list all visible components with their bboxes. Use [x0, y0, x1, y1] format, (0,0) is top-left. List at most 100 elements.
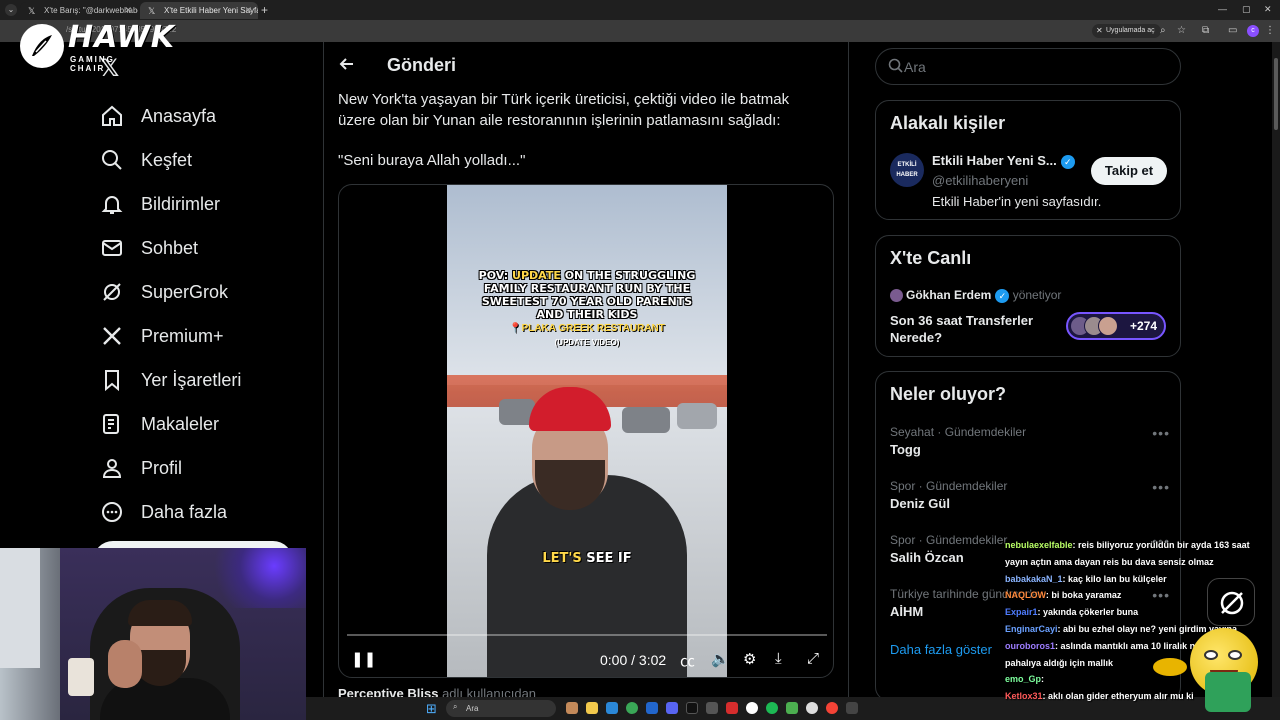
close-icon[interactable]: ✕: [244, 5, 252, 16]
sidebar-item[interactable]: Bildirimler: [100, 184, 300, 224]
window-close-icon[interactable]: ✕: [1264, 4, 1272, 15]
discord-icon[interactable]: [666, 702, 678, 714]
sidebar-item-label: Bildirimler: [141, 193, 221, 214]
chat-username[interactable]: ouroboros1: [1005, 641, 1055, 651]
browser-tab-1[interactable]: 𝕏 X'te Barış: "@darkwebhaber Bu ✕: [20, 2, 138, 19]
chat-username[interactable]: emo_Gp: [1005, 674, 1041, 684]
related-people-card: Alakalı kişiler ETKİLİ HABER Etkili Habe…: [875, 100, 1181, 220]
search-bar[interactable]: [875, 48, 1181, 85]
taskbar-app-icon[interactable]: [566, 702, 578, 714]
browser-tab-2[interactable]: 𝕏 X'te Etkili Haber Yeni Sayfa: "Ne ✕: [140, 2, 258, 19]
new-tab-icon[interactable]: +: [261, 3, 268, 17]
minimize-icon[interactable]: —: [1218, 4, 1227, 14]
x-favicon-icon: ✕: [1096, 26, 1103, 35]
maximize-icon[interactable]: ▢: [1242, 4, 1251, 15]
taskbar-app-icon[interactable]: [826, 702, 838, 714]
obs-icon[interactable]: [806, 702, 818, 714]
zoom-icon[interactable]: ⌕: [1160, 25, 1166, 36]
trend-item[interactable]: Spor · Gündemdekiler Deniz Gül •••: [890, 479, 1170, 511]
taskbar-app-icon[interactable]: [706, 702, 718, 714]
fullscreen-icon[interactable]: ⤢: [807, 650, 819, 667]
sidebar-item[interactable]: Yer İşaretleri: [100, 360, 300, 400]
sidebar-item[interactable]: Keşfet: [100, 140, 300, 180]
post-text: New York'ta yaşayan bir Türk içerik üret…: [338, 91, 790, 129]
post-quote: "Seni buraya Allah yolladı...": [338, 152, 526, 169]
sidebar-item[interactable]: Profil: [100, 448, 300, 488]
captions-icon[interactable]: ㏄: [680, 650, 695, 671]
taskbar-app-icon[interactable]: [646, 702, 658, 714]
edge-icon[interactable]: [606, 702, 618, 714]
search-icon: [100, 148, 124, 172]
page-scrollbar[interactable]: [1272, 42, 1280, 697]
video-player[interactable]: POV: UPDATE ON THE STRUGGLING FAMILY RES…: [338, 184, 834, 678]
search-icon: [888, 58, 904, 79]
chat-message: Expair1: yakında çökerler buna: [1005, 604, 1270, 621]
space-title[interactable]: Son 36 saat Transferler Nerede?: [890, 312, 1050, 346]
pause-icon[interactable]: ❚❚: [351, 650, 376, 668]
taskbar-app-icon[interactable]: [746, 702, 758, 714]
taskbar-app-icon[interactable]: [686, 702, 698, 714]
search-input[interactable]: [904, 57, 1164, 77]
related-people-title: Alakalı kişiler: [890, 113, 1006, 133]
taskbar-app-icon[interactable]: [846, 702, 858, 714]
windows-start-icon[interactable]: ⊞: [426, 701, 437, 717]
profile-avatar[interactable]: c: [1247, 25, 1259, 37]
sidebar-item-label: Daha fazla: [141, 501, 228, 522]
chrome-icon[interactable]: [626, 702, 638, 714]
webcam-window: [0, 548, 40, 668]
menu-dots-icon[interactable]: ⋮: [1265, 25, 1275, 36]
avatar[interactable]: ETKİLİ HABER: [890, 153, 924, 187]
chat-username[interactable]: nebulaexelfable: [1005, 540, 1073, 550]
trend-item[interactable]: Seyahat · Gündemdekiler Togg •••: [890, 425, 1170, 457]
related-person-name-text[interactable]: Etkili Haber Yeni S...: [932, 153, 1057, 168]
tab-search-icon[interactable]: ⌄: [5, 4, 17, 16]
trend-meta: Spor · Gündemdekiler: [890, 479, 1008, 493]
file-explorer-icon[interactable]: [586, 702, 598, 714]
video-progress-bar[interactable]: [347, 634, 827, 636]
chat-username[interactable]: Expair1: [1005, 607, 1038, 617]
star-icon[interactable]: ☆: [1177, 25, 1186, 36]
video-frame[interactable]: POV: UPDATE ON THE STRUGGLING FAMILY RES…: [447, 185, 727, 677]
related-person-handle: @etkilihaberyeni: [932, 173, 1029, 188]
scrollbar-thumb[interactable]: [1274, 58, 1278, 130]
host-role: yönetiyor: [1012, 288, 1062, 302]
volume-icon[interactable]: 🔈: [711, 650, 730, 668]
spotify-icon[interactable]: [766, 702, 778, 714]
taskbar-search[interactable]: ⌕: [446, 700, 556, 717]
listeners-pill[interactable]: +274: [1066, 312, 1166, 340]
trend-meta: Seyahat · Gündemdekiler: [890, 425, 1027, 439]
more-dots-icon[interactable]: •••: [1152, 479, 1170, 495]
chat-username[interactable]: Ketlox31: [1005, 691, 1043, 701]
taskbar-search-input[interactable]: [466, 702, 546, 715]
sidebar-item[interactable]: Sohbet: [100, 228, 300, 268]
sidebar-item[interactable]: Makaleler: [100, 404, 300, 444]
sidebar-item[interactable]: Premium+: [100, 316, 300, 356]
taskbar-app-icon[interactable]: [786, 702, 798, 714]
follow-button[interactable]: Takip et: [1091, 157, 1167, 185]
sidebar-icon[interactable]: ▭: [1228, 25, 1237, 36]
chat-username[interactable]: babakakaN_1: [1005, 574, 1063, 584]
settings-gear-icon[interactable]: ⚙: [743, 650, 756, 668]
sidebar-item-label: SuperGrok: [141, 281, 229, 302]
sidebar-item[interactable]: Anasayfa: [100, 96, 300, 136]
trend-name: Deniz Gül: [890, 496, 950, 511]
chat-username[interactable]: EnginarCayi: [1005, 624, 1058, 634]
show-more-link[interactable]: Daha fazla göster: [890, 642, 992, 657]
close-icon[interactable]: ✕: [124, 5, 132, 16]
trend-name: Togg: [890, 442, 921, 457]
x-favicon-icon: 𝕏: [28, 6, 36, 16]
extensions-icon[interactable]: ⧉: [1202, 25, 1209, 36]
host-name[interactable]: Gökhan Erdem: [906, 288, 991, 302]
sidebar-item-label: Anasayfa: [141, 105, 217, 126]
more-icon: [100, 500, 124, 524]
sidebar-item[interactable]: Daha fazla: [100, 492, 300, 532]
back-arrow-icon[interactable]: [337, 54, 357, 80]
taskbar-app-icon[interactable]: [726, 702, 738, 714]
more-dots-icon[interactable]: •••: [1152, 425, 1170, 441]
live-title: X'te Canlı: [890, 248, 972, 268]
open-in-app-button[interactable]: ✕ Uygulamada aç: [1092, 24, 1161, 38]
dock-icon[interactable]: ⤓: [775, 650, 782, 667]
chat-username[interactable]: NAQLOW: [1005, 590, 1046, 600]
home-icon: [100, 104, 124, 128]
sidebar-item[interactable]: SuperGrok: [100, 272, 300, 312]
